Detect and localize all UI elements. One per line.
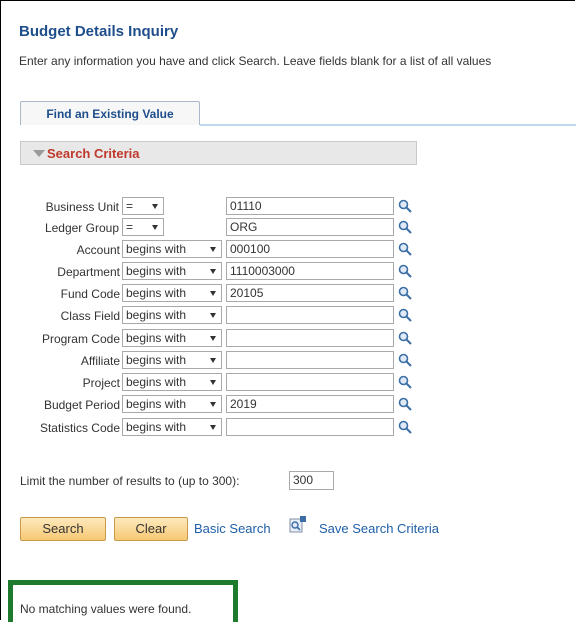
search-criteria-header[interactable]: Search Criteria [20,141,417,165]
save-search-criteria-link[interactable]: Save Search Criteria [319,521,439,536]
statistics-code-label: Statistics Code [39,421,120,435]
budget-period-label: Budget Period [43,398,120,412]
program-code-operator[interactable]: begins with [122,329,222,347]
department-label: Department [57,265,120,279]
business-unit-operator[interactable]: = [122,197,164,215]
lookup-icon[interactable] [398,242,412,256]
budget-period-operator[interactable]: begins with [122,395,222,413]
save-search-icon[interactable] [289,515,307,533]
tab-underline [200,124,576,126]
program-code-label: Program Code [41,332,120,346]
criteria-row-affiliate: Affiliate begins with [0,351,576,372]
lookup-icon[interactable] [398,420,412,434]
search-criteria-label: Search Criteria [47,146,140,161]
dropdown-caret-icon [152,204,158,209]
project-operator[interactable]: begins with [122,373,222,391]
criteria-row-project: Project begins with [0,373,576,394]
dropdown-caret-icon [210,247,216,252]
statistics-code-input[interactable] [226,418,394,436]
instructions-text: Enter any information you have and click… [19,54,492,68]
affiliate-label: Affiliate [80,354,120,368]
page-title: Budget Details Inquiry [19,23,179,40]
budget-period-input[interactable]: 2019 [226,395,394,413]
lookup-icon[interactable] [398,308,412,322]
criteria-row-program-code: Program Code begins with [0,329,576,350]
class-field-operator[interactable]: begins with [122,306,222,324]
no-results-message: No matching values were found. [20,602,192,616]
dropdown-caret-icon [210,291,216,296]
lookup-icon[interactable] [398,286,412,300]
dropdown-caret-icon [210,313,216,318]
clear-button[interactable]: Clear [114,517,188,541]
criteria-row-department: Department begins with 1110003000 [0,262,576,283]
dropdown-caret-icon [210,425,216,430]
limit-results-input[interactable]: 300 [289,471,334,490]
tab-gap [20,125,200,126]
ledger-group-input[interactable]: ORG [226,218,394,236]
criteria-row-account: Account begins with 000100 [0,240,576,261]
affiliate-operator[interactable]: begins with [122,351,222,369]
lookup-icon[interactable] [398,220,412,234]
department-operator[interactable]: begins with [122,262,222,280]
project-label: Project [82,376,120,390]
criteria-row-ledger-group: Ledger Group = ORG [0,218,576,239]
affiliate-input[interactable] [226,351,394,369]
fund-code-operator[interactable]: begins with [122,284,222,302]
lookup-icon[interactable] [398,264,412,278]
business-unit-input[interactable]: 01110 [226,197,394,215]
fund-code-input[interactable]: 20105 [226,284,394,302]
account-operator[interactable]: begins with [122,240,222,258]
dropdown-caret-icon [210,402,216,407]
account-input[interactable]: 000100 [226,240,394,258]
department-input[interactable]: 1110003000 [226,262,394,280]
tab-find-existing-value[interactable]: Find an Existing Value [20,101,200,125]
limit-results-label: Limit the number of results to (up to 30… [20,474,240,488]
program-code-input[interactable] [226,329,394,347]
criteria-row-business-unit: Business Unit = 01110 [0,197,576,218]
lookup-icon[interactable] [398,331,412,345]
class-field-label: Class Field [60,309,120,323]
lookup-icon[interactable] [398,397,412,411]
dropdown-caret-icon [210,336,216,341]
class-field-input[interactable] [226,306,394,324]
criteria-row-fund-code: Fund Code begins with 20105 [0,284,576,305]
statistics-code-operator[interactable]: begins with [122,418,222,436]
dropdown-caret-icon [152,225,158,230]
lookup-icon[interactable] [398,353,412,367]
ledger-group-label: Ledger Group [44,221,119,235]
ledger-group-operator[interactable]: = [122,218,164,236]
business-unit-label: Business Unit [45,200,119,214]
project-input[interactable] [226,373,394,391]
dropdown-caret-icon [210,380,216,385]
criteria-row-statistics-code: Statistics Code begins with [0,418,576,439]
fund-code-label: Fund Code [60,287,120,301]
search-button[interactable]: Search [20,517,106,541]
basic-search-link[interactable]: Basic Search [194,521,271,536]
collapse-triangle-icon[interactable] [33,150,45,157]
lookup-icon[interactable] [398,199,412,213]
criteria-row-budget-period: Budget Period begins with 2019 [0,395,576,416]
criteria-row-class-field: Class Field begins with [0,306,576,327]
dropdown-caret-icon [210,269,216,274]
lookup-icon[interactable] [398,375,412,389]
account-label: Account [76,243,120,257]
dropdown-caret-icon [210,358,216,363]
